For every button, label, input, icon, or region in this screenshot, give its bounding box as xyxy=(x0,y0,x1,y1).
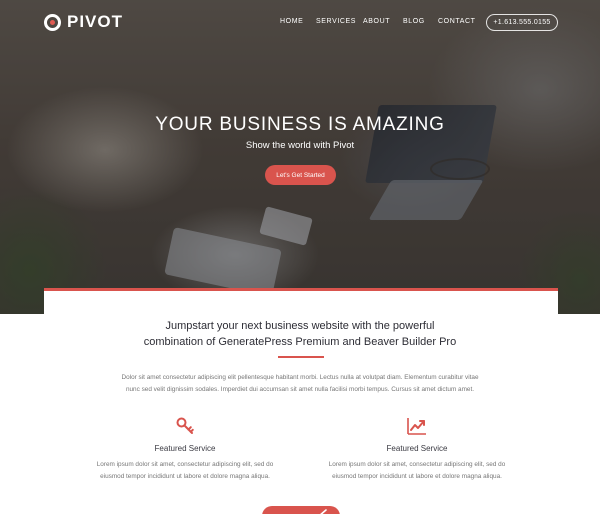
hero-subtitle: Show the world with Pivot xyxy=(245,140,355,151)
service-title-1: Featured Service xyxy=(154,444,216,453)
service-1-text-line-1: Lorem ipsum dolor sit amet, consectetur … xyxy=(96,461,274,468)
hero-section: PIVOT HOME SERVICES ABOUT BLOG CONTACT +… xyxy=(0,0,600,314)
headline-line-2: combination of GeneratePress Premium and… xyxy=(143,336,457,348)
service-text-1: Lorem ipsum dolor sit amet, consectetur … xyxy=(80,459,290,482)
nav-item-about[interactable]: ABOUT xyxy=(363,18,390,25)
site-logo[interactable]: PIVOT xyxy=(44,12,123,32)
key-icon xyxy=(176,417,194,434)
service-card-2: Featured Service Lorem ipsum dolor sit a… xyxy=(312,416,522,482)
phone-button[interactable]: +1.613.555.0155 xyxy=(486,14,558,31)
nav-item-contact[interactable]: CONTACT xyxy=(438,18,476,25)
headline-line-1: Jumpstart your next business website wit… xyxy=(165,320,435,332)
service-1-text-line-2: eiusmod tempor incididunt ut labore et d… xyxy=(100,472,270,480)
nav-item-services[interactable]: SERVICES xyxy=(316,18,356,25)
hero-overlay xyxy=(0,0,600,314)
service-2-text-line-2: eiusmod tempor incididunt ut labore et d… xyxy=(332,472,502,480)
intro-paragraph: Dolor sit amet consectetur adipiscing el… xyxy=(90,372,510,395)
nav-item-blog[interactable]: BLOG xyxy=(403,18,425,25)
intro-line-2: nunc sed velit dignissim sodales. Imperd… xyxy=(125,385,475,393)
bottom-cta-button[interactable] xyxy=(262,506,340,514)
hero-title: YOUR BUSINESS IS AMAZING xyxy=(155,114,445,135)
get-started-button[interactable]: Let's Get Started xyxy=(265,165,336,185)
service-card-1: Featured Service Lorem ipsum dolor sit a… xyxy=(80,416,290,482)
section-divider xyxy=(278,356,324,358)
logo-pin-icon xyxy=(44,13,61,31)
logo-text: PIVOT xyxy=(67,12,124,31)
arrow-icon xyxy=(320,509,327,514)
service-2-text-line-1: Lorem ipsum dolor sit amet, consectetur … xyxy=(328,461,506,468)
nav-item-home[interactable]: HOME xyxy=(280,18,303,25)
service-title-2: Featured Service xyxy=(386,444,448,453)
service-text-2: Lorem ipsum dolor sit amet, consectetur … xyxy=(312,459,522,482)
intro-line-1: Dolor sit amet consectetur adipiscing el… xyxy=(121,374,479,381)
section-headline: Jumpstart your next business website wit… xyxy=(0,318,600,350)
trending-up-icon xyxy=(407,418,426,435)
